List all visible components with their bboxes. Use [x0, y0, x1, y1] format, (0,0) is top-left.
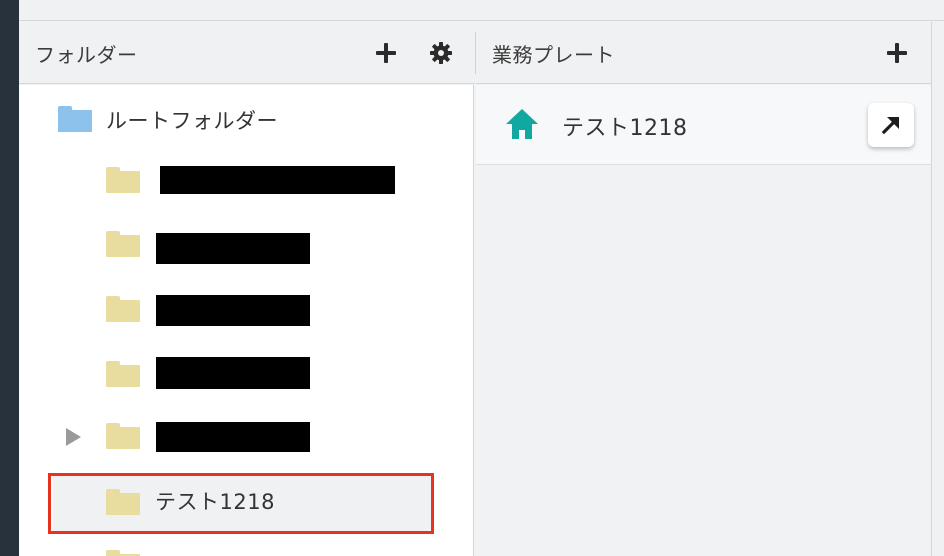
left-nav-rail: [0, 0, 19, 556]
tree-item[interactable]: [19, 343, 473, 405]
plate-panel-title: 業務プレート: [492, 43, 615, 67]
redacted-label: [156, 233, 310, 264]
tree-item-partial[interactable]: [19, 543, 473, 556]
expand-arrow-icon[interactable]: [66, 428, 81, 446]
tree-item[interactable]: [19, 278, 473, 340]
highlight-annotation: [48, 473, 434, 534]
tree-item-expandable[interactable]: [19, 405, 473, 467]
folder-settings-button[interactable]: [426, 38, 456, 68]
home-icon: [506, 109, 538, 139]
arrow-up-right-icon: [881, 116, 900, 135]
redacted-label: [160, 166, 395, 194]
plate-list: テスト1218: [476, 85, 931, 556]
top-bar: [19, 0, 944, 21]
plate-item-label: テスト1218: [562, 116, 688, 141]
plate-panel-header: 業務プレート: [476, 22, 931, 84]
tree-item-root[interactable]: ルートフォルダー: [19, 87, 473, 149]
open-plate-button[interactable]: [868, 103, 914, 147]
plus-icon: [376, 43, 396, 63]
redacted-label: [156, 295, 310, 326]
right-edge-panel: [931, 22, 944, 556]
redacted-label: [156, 422, 310, 452]
folder-icon: [106, 231, 140, 257]
folder-panel-title: フォルダー: [35, 43, 138, 67]
folder-icon: [58, 106, 92, 132]
add-folder-button[interactable]: [371, 38, 401, 68]
tree-item[interactable]: [19, 149, 473, 211]
redacted-label: [156, 357, 310, 389]
add-plate-button[interactable]: [882, 38, 912, 68]
plus-icon: [887, 43, 907, 63]
folder-icon: [106, 361, 140, 387]
gear-icon: [430, 42, 452, 64]
tree-item-label: ルートフォルダー: [106, 109, 278, 133]
folder-icon: [106, 167, 140, 193]
folder-panel-header: フォルダー: [19, 22, 475, 84]
folder-icon: [106, 423, 140, 449]
folder-icon: [106, 296, 140, 322]
folder-icon: [106, 550, 140, 556]
app-window: フォルダー 業務プレート ルートフォルダー テスト1218 テスト1218: [0, 0, 944, 556]
tree-item[interactable]: [19, 213, 473, 275]
plate-item[interactable]: テスト1218: [476, 85, 931, 165]
